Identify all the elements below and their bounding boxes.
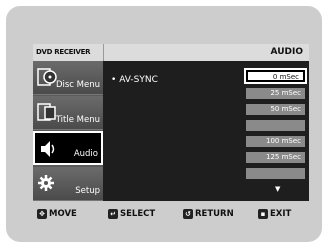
return-icon: ↺: [183, 209, 193, 219]
return-label: RETURN: [195, 209, 234, 219]
section-title: AUDIO: [103, 44, 309, 61]
sidebar-item-label: Audio: [73, 149, 98, 159]
speaker-icon: [39, 138, 59, 160]
exit-icon: ▪: [258, 209, 268, 219]
gear-icon: [37, 172, 57, 194]
exit-label: EXIT: [270, 209, 292, 219]
move-label: MOVE: [49, 209, 77, 219]
title-menu-icon: [37, 101, 57, 123]
brand-label: DVD RECEIVER: [33, 44, 103, 61]
av-sync-label: • AV-SYNC: [111, 75, 158, 85]
option-blank[interactable]: [246, 120, 305, 131]
move-hint: ✥ MOVE: [37, 209, 77, 219]
disc-menu-icon: [37, 66, 57, 88]
option-25-msec[interactable]: 25 mSec: [246, 88, 305, 99]
sidebar-item-label: Disc Menu: [55, 80, 100, 90]
scroll-down-icon[interactable]: ▼: [275, 185, 280, 193]
sidebar-item-setup[interactable]: Setup: [33, 167, 103, 201]
option-125-msec[interactable]: 125 mSec: [246, 152, 305, 163]
sidebar-item-disc-menu[interactable]: Disc Menu: [33, 61, 103, 95]
return-hint: ↺ RETURN: [183, 209, 234, 219]
move-icon: ✥: [37, 209, 47, 219]
select-hint: ↵ SELECT: [108, 209, 155, 219]
sidebar: Disc Menu Title Menu Audio Setup: [33, 61, 103, 201]
av-sync-text: AV-SYNC: [119, 75, 158, 85]
enter-icon: ↵: [108, 209, 118, 219]
footer-bar: ✥ MOVE ↵ SELECT ↺ RETURN ▪ EXIT: [33, 206, 309, 226]
sidebar-item-label: Title Menu: [55, 115, 100, 125]
option-50-msec[interactable]: 50 mSec: [246, 104, 305, 115]
sidebar-item-label: Setup: [75, 186, 100, 196]
sidebar-item-audio[interactable]: Audio: [33, 131, 103, 165]
option-blank-2[interactable]: [246, 168, 305, 179]
sidebar-item-title-menu[interactable]: Title Menu: [33, 96, 103, 130]
bullet: •: [111, 75, 117, 85]
exit-hint: ▪ EXIT: [258, 209, 291, 219]
option-0-msec[interactable]: 0 mSec: [244, 68, 307, 84]
option-100-msec[interactable]: 100 mSec: [246, 136, 305, 147]
select-label: SELECT: [120, 209, 156, 219]
